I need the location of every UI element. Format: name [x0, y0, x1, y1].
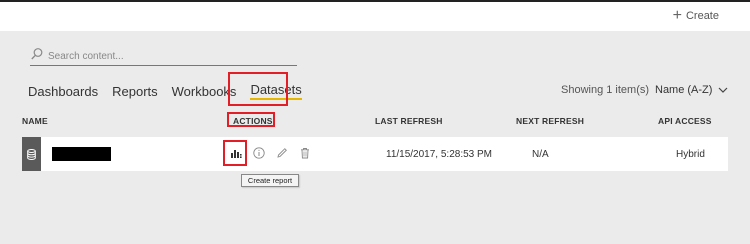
datasets-tab-highlight	[228, 72, 288, 106]
create-report-tooltip: Create report	[241, 174, 299, 187]
chevron-down-icon	[719, 87, 728, 93]
api-access-cell: Hybrid	[676, 149, 705, 160]
redacted-dataset-name[interactable]	[52, 147, 111, 161]
create-report-highlight	[223, 140, 247, 166]
column-header-name[interactable]: NAME	[22, 116, 48, 126]
create-label: Create	[685, 10, 719, 22]
tab-reports[interactable]: Reports	[112, 84, 158, 99]
pencil-icon	[277, 148, 287, 158]
info-icon	[253, 147, 265, 159]
delete-button[interactable]	[298, 146, 312, 160]
sort-dropdown[interactable]: Name (A-Z)	[655, 84, 728, 96]
actions-header-highlight	[227, 112, 275, 127]
next-refresh-cell: N/A	[532, 149, 549, 160]
database-icon	[27, 148, 36, 160]
top-bar: + Create	[0, 2, 750, 31]
table-row[interactable]: 11/15/2017, 5:28:53 PM N/A Hybrid	[22, 137, 728, 171]
column-header-last-refresh[interactable]: LAST REFRESH	[375, 116, 443, 126]
sort-label: Name (A-Z)	[655, 84, 713, 96]
dataset-type-badge	[22, 137, 41, 171]
trash-icon	[301, 148, 309, 159]
tab-workbooks[interactable]: Workbooks	[172, 84, 237, 99]
info-button[interactable]	[252, 146, 266, 160]
search-icon	[31, 47, 43, 59]
last-refresh-cell: 11/15/2017, 5:28:53 PM	[386, 149, 493, 160]
column-header-api-access[interactable]: API ACCESS	[658, 116, 712, 126]
create-button[interactable]: + Create	[672, 7, 719, 24]
tab-dashboards[interactable]: Dashboards	[28, 84, 98, 99]
plus-icon: +	[672, 7, 682, 24]
search-box	[30, 47, 297, 66]
search-input[interactable]	[48, 51, 288, 62]
item-count: Showing 1 item(s)	[561, 84, 650, 96]
edit-button[interactable]	[275, 146, 289, 160]
column-header-next-refresh[interactable]: NEXT REFRESH	[516, 116, 584, 126]
